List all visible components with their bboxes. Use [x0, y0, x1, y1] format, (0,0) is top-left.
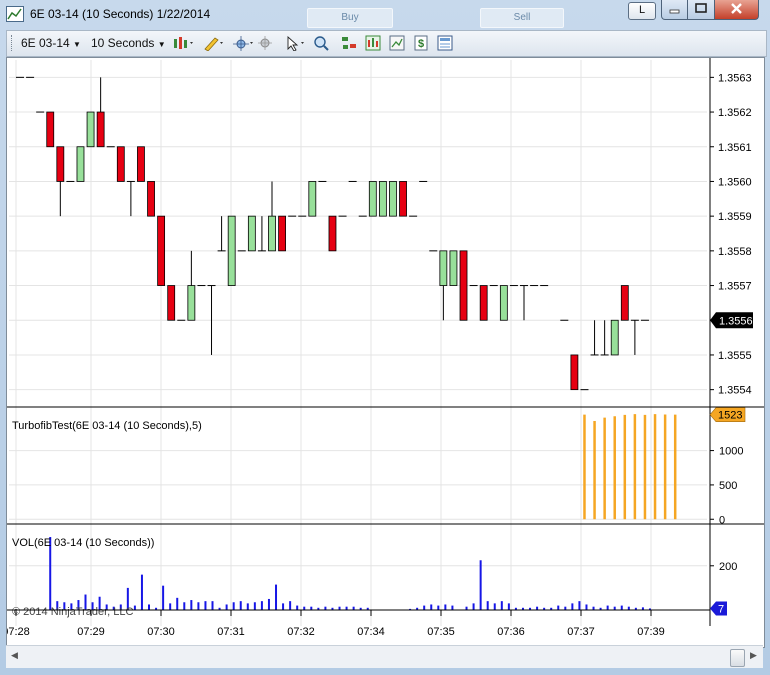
strategies-icon[interactable]: [341, 35, 357, 51]
close-icon: [731, 3, 742, 14]
crosshair-icon[interactable]: [233, 35, 255, 51]
candle-body[interactable]: [459, 250, 468, 321]
time-tick-label: 07:30: [147, 626, 175, 638]
properties-icon[interactable]: [389, 35, 405, 51]
chevron-down-icon: ▼: [157, 40, 166, 49]
candle-body[interactable]: [278, 215, 286, 252]
indicator-value-label: 1523: [718, 410, 742, 422]
candle-body[interactable]: [56, 146, 65, 182]
time-tick-label: 07:35: [427, 626, 455, 638]
indicator-tick-label: 500: [719, 480, 737, 492]
time-tick-label: 07:39: [637, 626, 665, 638]
dollar-icon[interactable]: $: [413, 35, 429, 51]
candle-body[interactable]: [378, 181, 387, 217]
candle-body[interactable]: [499, 285, 508, 321]
scroll-left-icon[interactable]: ◀: [11, 650, 18, 661]
indicator-title: TurbofibTest(6E 03-14 (10 Seconds),5): [12, 420, 202, 432]
candle-body[interactable]: [389, 181, 397, 217]
price-tick-label: 1.3557: [718, 281, 752, 293]
time-tick-label: 07:34: [357, 626, 385, 638]
price-tick-label: 1.3558: [718, 246, 752, 258]
time-tick-label: 07:36: [497, 626, 525, 638]
time-tick-label: 07:32: [287, 626, 315, 638]
price-tick-label: 1.3563: [718, 72, 752, 84]
time-tick-label: 07:31: [217, 626, 245, 638]
pencil-draw-icon[interactable]: [203, 35, 225, 51]
candle-body[interactable]: [86, 111, 95, 148]
data-box-icon[interactable]: [437, 35, 453, 51]
candle-body[interactable]: [439, 250, 448, 286]
price-tick-label: 1.3559: [718, 211, 752, 223]
horizontal-scrollbar[interactable]: ◀ ▶: [6, 645, 763, 668]
global-crosshair-icon[interactable]: [257, 35, 273, 51]
chart-window: 6E 03-14 (10 Seconds) 1/22/2014 Buy Sell…: [0, 0, 770, 675]
chart-app-icon: [6, 6, 24, 22]
instrument-selector[interactable]: 6E 03-14 ▼: [21, 36, 81, 50]
time-tick-label: 07:29: [77, 626, 105, 638]
link-button[interactable]: L: [628, 2, 656, 20]
candle-body[interactable]: [308, 181, 317, 217]
instrument-label: 6E 03-14: [21, 36, 70, 50]
candle-body[interactable]: [46, 111, 55, 148]
price-tick-label: 1.3561: [718, 142, 752, 154]
time-tick-label: 07:37: [567, 626, 595, 638]
price-tick-label: 1.3555: [718, 350, 752, 362]
volume-tick-label: 200: [719, 561, 737, 573]
interval-selector[interactable]: 10 Seconds ▼: [91, 36, 166, 50]
chart-app-icon-glyph: [7, 8, 22, 20]
last-price-label: 1.3556: [719, 315, 753, 327]
window-title: 6E 03-14 (10 Seconds) 1/22/2014: [30, 7, 211, 21]
minimize-button[interactable]: [661, 0, 688, 20]
copyright-watermark: © 2014 NinjaTrader, LLC: [12, 606, 133, 618]
toolbar-grip[interactable]: [11, 35, 14, 51]
candle-body[interactable]: [570, 354, 579, 391]
candle-body[interactable]: [399, 181, 407, 217]
candle-body[interactable]: [187, 285, 196, 321]
candle-body[interactable]: [96, 111, 105, 148]
candle-body[interactable]: [620, 285, 629, 321]
candle-body[interactable]: [449, 250, 458, 286]
candle-body[interactable]: [137, 146, 145, 182]
close-button[interactable]: [714, 0, 759, 20]
scroll-thumb[interactable]: [730, 649, 745, 667]
zoom-icon[interactable]: [313, 35, 329, 51]
candle-body[interactable]: [227, 215, 236, 286]
candle-body[interactable]: [328, 215, 337, 252]
minimize-icon: [669, 9, 680, 14]
candle-body[interactable]: [479, 285, 488, 321]
volume-value-label: 7: [718, 603, 724, 615]
maximize-button[interactable]: [687, 0, 715, 20]
buy-button[interactable]: Buy: [307, 8, 393, 28]
pointer-icon[interactable]: [285, 35, 307, 51]
candle-body[interactable]: [268, 215, 276, 252]
indicators-icon[interactable]: [365, 35, 381, 51]
candle-body[interactable]: [157, 215, 166, 286]
candle-body[interactable]: [610, 319, 619, 356]
interval-label: 10 Seconds: [91, 36, 155, 50]
scroll-right-icon[interactable]: ▶: [750, 650, 757, 661]
candle-body[interactable]: [167, 285, 176, 321]
svg-text:$: $: [418, 38, 424, 50]
maximize-icon: [695, 3, 707, 13]
title-bar: 6E 03-14 (10 Seconds) 1/22/2014 Buy Sell…: [0, 0, 770, 28]
time-tick-label: 07:28: [7, 626, 30, 638]
sell-button[interactable]: Sell: [480, 8, 564, 28]
bar-type-icon[interactable]: [173, 35, 195, 51]
candle-body[interactable]: [147, 181, 155, 217]
price-tick-label: 1.3562: [718, 107, 752, 119]
candle-body[interactable]: [247, 215, 256, 252]
chart-canvas[interactable]: 1.3563 1.3562 1.3561 1.3560 1.3559 1.3558 1.35…: [2, 58, 764, 647]
price-tick-label: 1.3560: [718, 176, 752, 188]
chart-toolbar: 6E 03-14 ▼ 10 Seconds ▼ $: [6, 30, 767, 57]
chevron-down-icon: ▼: [73, 40, 81, 49]
chart-area[interactable]: 1.3563 1.3562 1.3561 1.3560 1.3559 1.3558 1.35…: [2, 57, 765, 648]
candle-body[interactable]: [368, 181, 377, 217]
indicator-tick-label: 1000: [719, 446, 743, 458]
candle-body[interactable]: [116, 146, 125, 182]
candle-body[interactable]: [76, 146, 85, 182]
price-tick-label: 1.3554: [718, 385, 752, 397]
volume-title: VOL(6E 03-14 (10 Seconds)): [12, 537, 154, 549]
